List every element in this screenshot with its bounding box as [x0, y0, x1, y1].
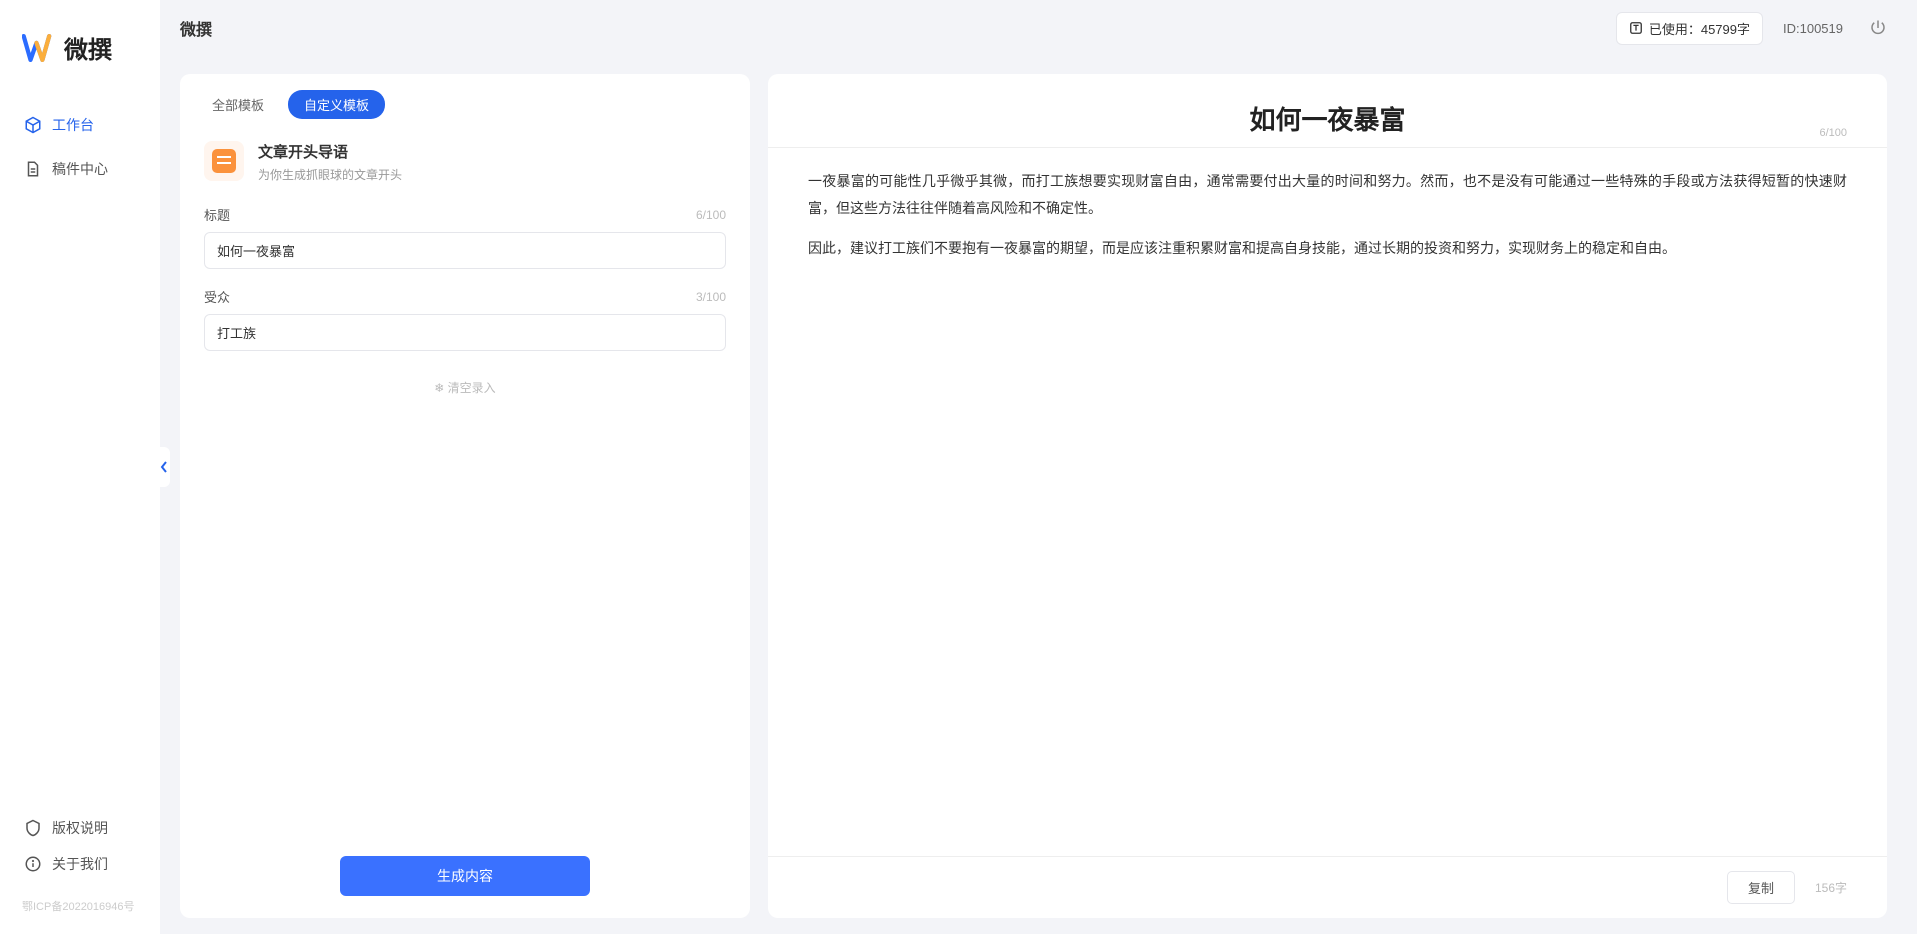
field-count: 3/100: [696, 290, 726, 304]
output-title-count: 6/100: [1819, 127, 1847, 139]
template-title: 文章开头导语: [258, 141, 402, 162]
sidebar-item-label: 稿件中心: [52, 159, 108, 179]
output-footer: 复制 156字: [768, 856, 1887, 918]
icp-text: 鄂ICP备2022016946号: [0, 892, 160, 914]
document-icon: [24, 160, 42, 178]
field-audience: 受众 3/100: [204, 287, 726, 351]
copy-button[interactable]: 复制: [1727, 871, 1795, 904]
power-icon: [1869, 19, 1887, 37]
sidebar-link-copyright[interactable]: 版权说明: [12, 810, 148, 846]
sidebar-collapse-handle[interactable]: [158, 447, 170, 487]
generate-button[interactable]: 生成内容: [340, 856, 590, 896]
logout-button[interactable]: [1863, 13, 1893, 43]
shield-icon: [24, 819, 42, 837]
info-icon: [24, 855, 42, 873]
output-panel: 如何一夜暴富 6/100 一夜暴富的可能性几乎微乎其微，而打工族想要实现财富自由…: [768, 74, 1887, 918]
title-input[interactable]: [204, 232, 726, 269]
tab-all-templates[interactable]: 全部模板: [196, 90, 280, 119]
sidebar-nav: 工作台 稿件中心: [0, 105, 160, 810]
field-label: 受众: [204, 287, 230, 306]
sidebar-footer: 版权说明 关于我们: [0, 810, 160, 892]
output-word-count: 156字: [1815, 879, 1847, 896]
tab-custom-template[interactable]: 自定义模板: [288, 90, 385, 119]
sidebar: 微撰 工作台 稿件中心 版权说明 关于我们 鄂ICP备2022016946号: [0, 0, 160, 934]
usage-chip[interactable]: 已使用：45799字: [1616, 12, 1763, 45]
audience-input[interactable]: [204, 314, 726, 351]
sidebar-item-workbench[interactable]: 工作台: [12, 105, 148, 145]
template-tabs: 全部模板 自定义模板: [180, 74, 750, 127]
brand-name: 微撰: [64, 30, 112, 65]
clear-input-link[interactable]: ❄ 清空录入: [204, 369, 726, 406]
cube-icon: [24, 116, 42, 134]
field-count: 6/100: [696, 208, 726, 222]
form-area: 标题 6/100 受众 3/100 ❄ 清空录入: [180, 193, 750, 840]
field-label: 标题: [204, 205, 230, 224]
page-title: 微撰: [180, 16, 212, 40]
document-lines-icon: [212, 149, 236, 173]
topbar: 微撰 已使用：45799字 ID:100519: [160, 0, 1917, 56]
output-title: 如何一夜暴富: [808, 100, 1847, 137]
sidebar-link-label: 版权说明: [52, 818, 108, 838]
user-id: ID:100519: [1783, 21, 1843, 36]
sidebar-link-label: 关于我们: [52, 854, 108, 874]
sidebar-link-about[interactable]: 关于我们: [12, 846, 148, 882]
config-panel: 全部模板 自定义模板 文章开头导语 为你生成抓眼球的文章开头 标题: [180, 74, 750, 918]
output-paragraph: 因此，建议打工族们不要抱有一夜暴富的期望，而是应该注重积累财富和提高自身技能，通…: [808, 235, 1847, 262]
chevron-left-icon: [160, 461, 168, 473]
field-title: 标题 6/100: [204, 205, 726, 269]
usage-text: 已使用：45799字: [1649, 19, 1750, 38]
template-icon: [204, 141, 244, 181]
sidebar-item-label: 工作台: [52, 115, 94, 135]
output-header: 如何一夜暴富 6/100: [768, 74, 1887, 148]
sidebar-item-drafts[interactable]: 稿件中心: [12, 149, 148, 189]
logo-icon: [22, 31, 56, 65]
text-icon: [1629, 21, 1643, 35]
output-paragraph: 一夜暴富的可能性几乎微乎其微，而打工族想要实现财富自由，通常需要付出大量的时间和…: [808, 168, 1847, 221]
output-body: 一夜暴富的可能性几乎微乎其微，而打工族想要实现财富自由，通常需要付出大量的时间和…: [768, 148, 1887, 856]
template-desc: 为你生成抓眼球的文章开头: [258, 166, 402, 183]
template-header: 文章开头导语 为你生成抓眼球的文章开头: [180, 127, 750, 193]
brand-logo: 微撰: [0, 30, 160, 105]
